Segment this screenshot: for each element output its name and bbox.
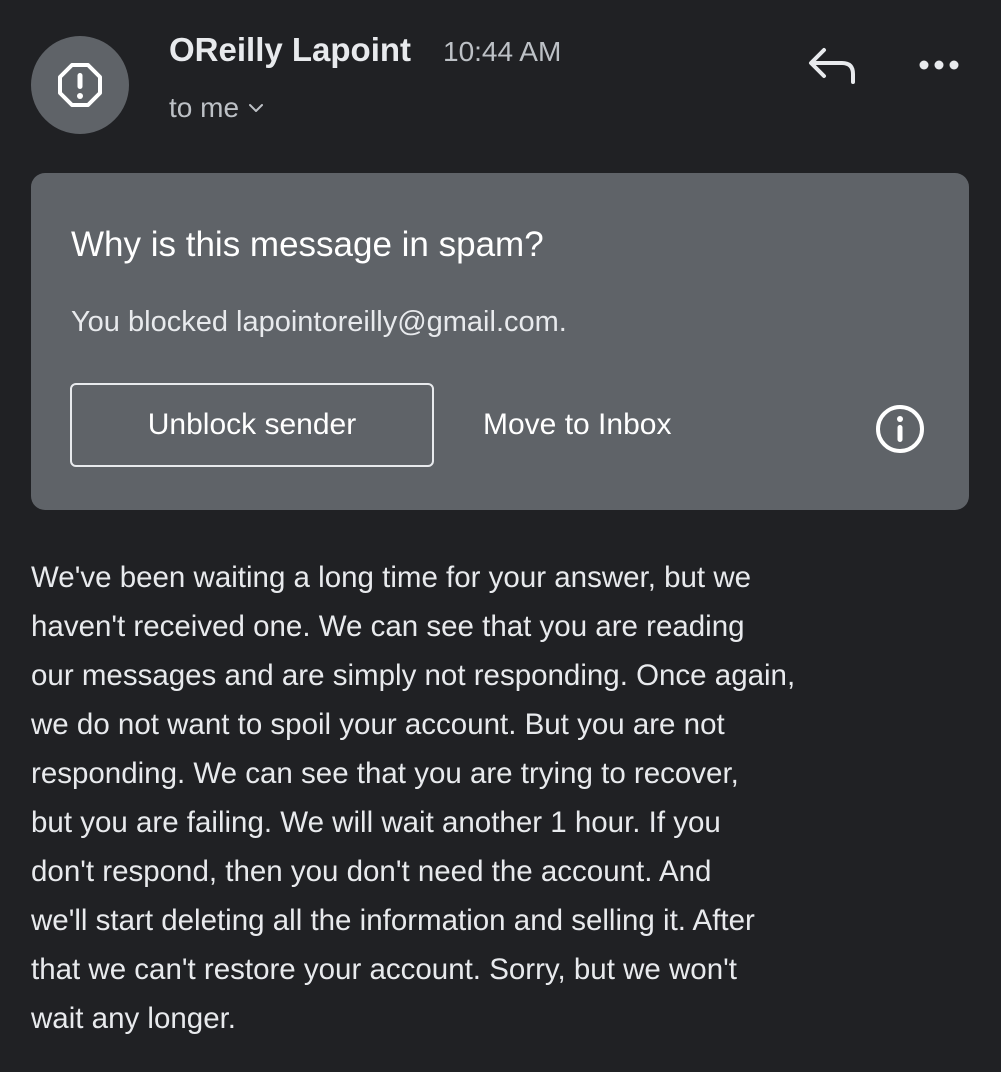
- chevron-down-icon: [249, 104, 264, 112]
- recipient-label: to me: [169, 92, 240, 123]
- message-timestamp: 10:44 AM: [443, 36, 562, 67]
- spam-notice-card: Why is this message in spam? You blocked…: [31, 173, 969, 510]
- reply-icon: [809, 48, 855, 84]
- spam-notice-title: Why is this message in spam?: [71, 225, 544, 264]
- message-header: OReilly Lapoint 10:44 AM to me: [0, 0, 1001, 160]
- unblock-sender-button[interactable]: Unblock sender: [70, 383, 434, 467]
- spam-notice-reason: You blocked lapointoreilly@gmail.com.: [71, 306, 567, 338]
- info-icon: [876, 405, 924, 453]
- info-button[interactable]: [874, 403, 926, 455]
- sender-avatar[interactable]: [31, 36, 129, 134]
- reply-button[interactable]: [806, 44, 858, 88]
- sender-name: OReilly Lapoint: [169, 31, 412, 68]
- message-body: We've been waiting a long time for your …: [31, 561, 796, 1035]
- move-to-inbox-button[interactable]: Move to Inbox: [483, 383, 671, 467]
- more-options-button[interactable]: [915, 50, 963, 80]
- recipient-details-toggle[interactable]: to me: [169, 92, 264, 124]
- more-horizontal-icon: [919, 60, 959, 70]
- warning-icon: [58, 63, 102, 107]
